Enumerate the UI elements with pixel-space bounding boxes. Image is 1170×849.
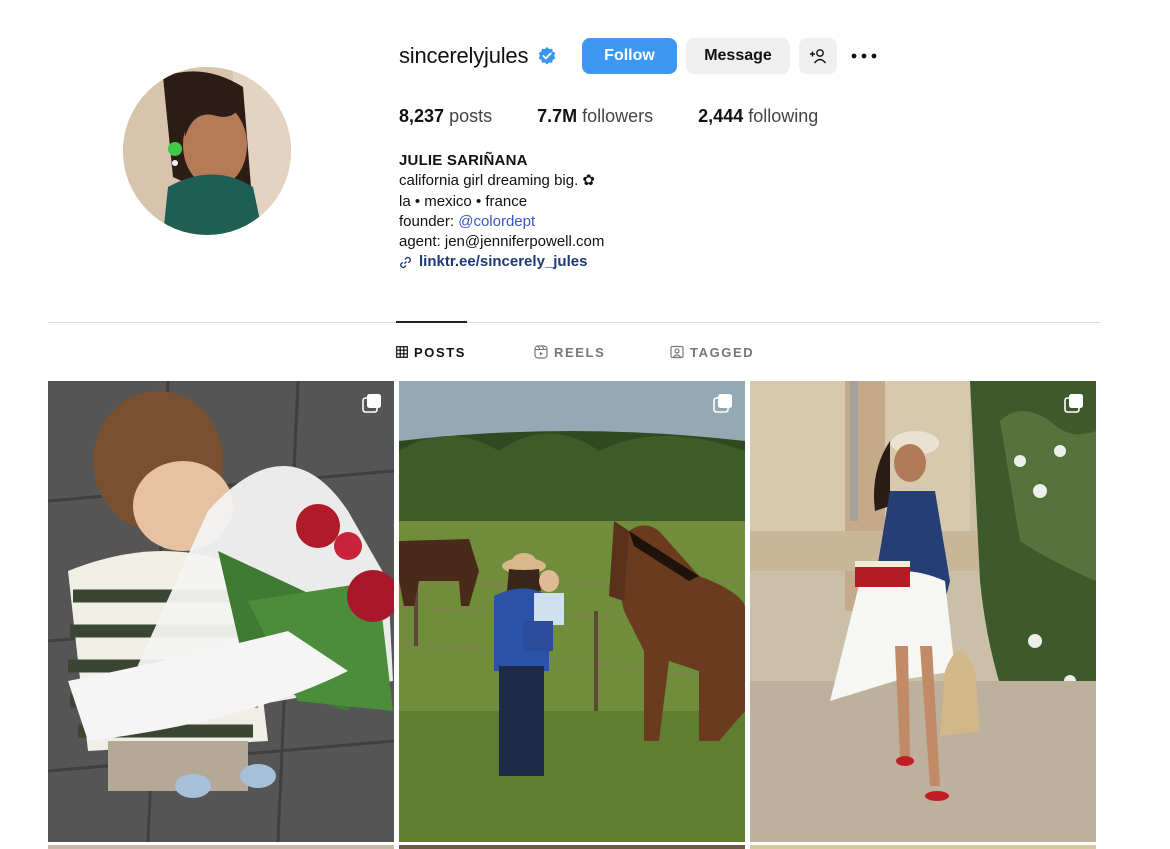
more-icon	[851, 53, 877, 59]
verified-badge-icon	[538, 47, 556, 65]
following-stat[interactable]: 2,444 following	[698, 106, 818, 127]
followers-label: followers	[582, 106, 654, 126]
following-count: 2,444	[698, 106, 744, 126]
post-image-horses-in-field	[399, 381, 745, 842]
multiple-posts-icon	[713, 394, 732, 413]
suggested-accounts-button[interactable]	[799, 38, 837, 74]
next-row-preview	[48, 845, 394, 849]
founder-prefix: founder:	[399, 212, 459, 230]
username: sincerelyjules	[399, 43, 529, 68]
full-name: JULIE SARIÑANA	[399, 152, 528, 169]
tab-posts[interactable]: POSTS	[396, 343, 466, 361]
next-row-preview	[750, 845, 1096, 849]
post-tile[interactable]	[750, 381, 1096, 842]
posts-count: 8,237	[399, 106, 445, 126]
post-tile[interactable]	[48, 381, 394, 842]
bio-line-2: la • mexico • france	[399, 192, 528, 210]
multiple-posts-icon	[1064, 394, 1083, 413]
active-tab-indicator	[396, 321, 467, 323]
more-options-button[interactable]	[849, 38, 879, 74]
add-user-icon	[810, 49, 827, 64]
bio-founder-line: founder: @colordept	[399, 212, 604, 232]
next-row-preview	[399, 845, 745, 849]
following-label: following	[748, 106, 819, 126]
posts-stat: 8,237 posts	[399, 106, 492, 127]
founder-mention-link[interactable]: @colordept	[458, 213, 535, 230]
bio-link-text: linktr.ee/sincerely_jules	[419, 253, 588, 271]
followers-count: 7.7M	[537, 106, 578, 126]
bio-line-1: california girl dreaming big. ✿	[399, 172, 595, 190]
tab-tagged-label: TAGGED	[690, 344, 755, 360]
posts-label: posts	[449, 106, 493, 126]
grid-icon	[396, 346, 408, 358]
tagged-icon	[670, 345, 684, 359]
reels-icon	[534, 345, 548, 359]
tabs-divider	[48, 322, 1100, 323]
followers-stat[interactable]: 7.7M followers	[537, 106, 653, 127]
post-image-woman-with-strawberries	[750, 381, 1096, 842]
username-row: sincerelyjules	[399, 38, 557, 74]
link-icon	[400, 256, 411, 269]
tab-reels[interactable]: REELS	[534, 343, 605, 361]
follow-button[interactable]: Follow	[582, 38, 677, 74]
bio-agent-line: agent: jen@jenniferpowell.com	[399, 233, 605, 251]
bio-external-link[interactable]: linktr.ee/sincerely_jules	[399, 252, 604, 272]
tab-reels-label: REELS	[554, 344, 606, 360]
tab-tagged[interactable]: TAGGED	[670, 343, 754, 361]
profile-stats: 8,237 posts 7.7M followers 2,444 followi…	[399, 106, 863, 127]
post-image-child-with-peonies	[48, 381, 394, 842]
message-button[interactable]: Message	[686, 38, 790, 74]
profile-bio: JULIE SARIÑANA california girl dreaming …	[399, 151, 604, 273]
multiple-posts-icon	[362, 394, 381, 413]
profile-avatar[interactable]	[123, 67, 291, 235]
post-tile[interactable]	[399, 381, 745, 842]
tab-posts-label: POSTS	[414, 344, 467, 360]
